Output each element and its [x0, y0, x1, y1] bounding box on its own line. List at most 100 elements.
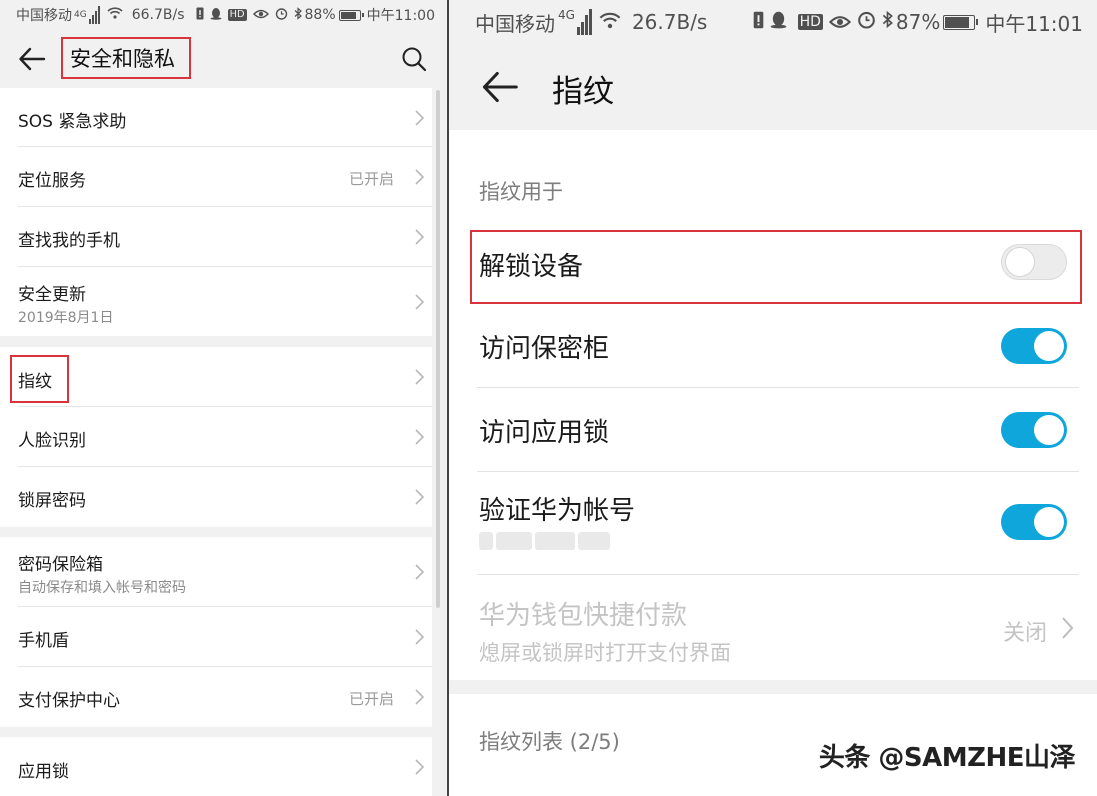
access-app-lock-row[interactable]: 访问应用锁 — [449, 388, 1097, 472]
item-label: 访问保密柜 — [479, 334, 610, 364]
section-header: 指纹列表 (2/5) — [479, 730, 620, 754]
phone-shield-item[interactable]: 手机盾 — [0, 607, 432, 667]
item-label: 密码保险箱 — [18, 555, 103, 575]
item-value: 关闭 — [1002, 621, 1047, 646]
qq-icon — [770, 10, 787, 34]
battery-percent: 87% — [895, 10, 941, 34]
item-label: 人脸识别 — [18, 431, 86, 451]
item-label: 锁屏密码 — [18, 491, 86, 511]
chevron-right-icon — [415, 689, 425, 705]
network-speed: 66.7B/s — [131, 7, 185, 23]
alert-icon — [196, 7, 204, 24]
fingerprint-usage-group: 指纹用于 解锁设备 访问保密柜 访问应用锁 验证华为帐号 华为钱包快捷付款 熄屏… — [449, 130, 1097, 680]
password-vault-item[interactable]: 密码保险箱 自动保存和填入帐号和密码 — [0, 537, 432, 607]
fingerprint-item[interactable]: 指纹 — [0, 347, 432, 407]
wifi-icon — [599, 10, 621, 34]
eye-icon — [252, 7, 269, 23]
item-subtitle: 2019年8月1日 — [18, 310, 114, 326]
network-type: 4G — [74, 10, 87, 20]
item-value: 已开启 — [348, 170, 394, 188]
eye-icon — [828, 10, 851, 34]
section-gap — [449, 680, 1097, 694]
verify-huawei-account-row[interactable]: 验证华为帐号 — [449, 472, 1097, 575]
chevron-right-icon — [415, 229, 425, 245]
battery-percent: 88% — [304, 7, 336, 23]
app-bar: 安全和隐私 — [0, 30, 447, 88]
blurred-account-id — [479, 532, 615, 550]
bluetooth-icon — [294, 6, 302, 24]
item-label: 手机盾 — [18, 631, 69, 651]
section-header: 指纹用于 — [479, 180, 563, 204]
wifi-icon — [107, 7, 123, 23]
chevron-right-icon — [415, 489, 425, 505]
hd-icon: HD — [227, 9, 247, 21]
lock-screen-password-item[interactable]: 锁屏密码 — [0, 467, 432, 527]
item-label: 查找我的手机 — [18, 231, 120, 251]
unlock-device-row[interactable]: 解锁设备 — [449, 230, 1097, 304]
bluetooth-icon — [882, 10, 893, 34]
security-privacy-screen: 中国移动 4G 66.7B/s HD 88% 中午11:00 安全和隐私 SOS… — [0, 0, 447, 796]
chevron-right-icon — [415, 629, 425, 645]
settings-group: 指纹 人脸识别 锁屏密码 — [0, 347, 432, 527]
battery-icon — [338, 9, 364, 21]
search-icon[interactable] — [401, 46, 427, 72]
hd-icon: HD — [797, 13, 823, 31]
scrollbar[interactable] — [436, 90, 440, 608]
chevron-right-icon — [415, 759, 425, 775]
item-label: 支付保护中心 — [18, 691, 120, 711]
settings-group: 应用锁 — [0, 737, 432, 796]
chevron-right-icon — [415, 110, 425, 126]
chevron-right-icon — [415, 169, 425, 185]
signal-icon — [576, 8, 592, 36]
item-label: 验证华为帐号 — [479, 496, 636, 526]
app-lock-item[interactable]: 应用锁 — [0, 737, 432, 796]
carrier-label: 中国移动 — [475, 11, 555, 36]
qq-icon — [210, 7, 222, 24]
fingerprint-highlight-box — [10, 355, 69, 403]
alarm-icon — [275, 7, 288, 24]
carrier-label: 中国移动 — [16, 8, 72, 24]
item-label: SOS 紧急求助 — [18, 112, 127, 132]
clock: 中午11:01 — [985, 11, 1083, 36]
settings-group: SOS 紧急求助 定位服务 已开启 查找我的手机 安全更新 2019年8月1日 — [0, 88, 432, 336]
back-arrow-icon[interactable] — [481, 68, 519, 106]
wallet-quick-pay-row[interactable]: 华为钱包快捷付款 熄屏或锁屏时打开支付界面 关闭 — [449, 575, 1097, 680]
app-bar: 指纹 — [449, 44, 1097, 130]
network-speed: 26.7B/s — [631, 10, 708, 34]
face-recognition-item[interactable]: 人脸识别 — [0, 407, 432, 467]
clock: 中午11:00 — [366, 8, 435, 24]
network-type: 4G — [558, 8, 575, 22]
chevron-right-icon — [415, 369, 425, 385]
verify-huawei-account-toggle[interactable] — [1001, 504, 1067, 540]
title-highlight-box — [61, 37, 191, 79]
chevron-right-icon — [415, 294, 425, 310]
chevron-right-icon — [415, 429, 425, 445]
access-app-lock-toggle[interactable] — [1001, 412, 1067, 448]
item-label: 访问应用锁 — [479, 418, 610, 448]
item-label: 应用锁 — [18, 762, 69, 782]
security-update-item[interactable]: 安全更新 2019年8月1日 — [0, 267, 432, 336]
chevron-right-icon — [1062, 617, 1074, 639]
find-my-phone-item[interactable]: 查找我的手机 — [0, 207, 432, 267]
payment-protection-item[interactable]: 支付保护中心 已开启 — [0, 667, 432, 727]
battery-icon — [943, 14, 979, 30]
location-service-item[interactable]: 定位服务 已开启 — [0, 147, 432, 207]
item-value: 已开启 — [348, 690, 394, 708]
status-bar: 中国移动 4G 66.7B/s HD 88% 中午11:00 — [0, 0, 447, 30]
access-safe-toggle[interactable] — [1001, 328, 1067, 364]
chevron-right-icon — [415, 564, 425, 580]
access-safe-row[interactable]: 访问保密柜 — [449, 304, 1097, 388]
item-label: 安全更新 — [18, 285, 86, 305]
unlock-device-highlight-box — [470, 230, 1082, 304]
signal-icon — [88, 6, 100, 24]
item-subtitle: 熄屏或锁屏时打开支付界面 — [479, 641, 731, 665]
sos-emergency-item[interactable]: SOS 紧急求助 — [0, 88, 432, 147]
item-subtitle: 自动保存和填入帐号和密码 — [18, 580, 186, 596]
item-label: 定位服务 — [18, 171, 86, 191]
fingerprint-screen: 中国移动 4G 26.7B/s HD 87% 中午11:01 指纹 指纹用于 解… — [449, 0, 1097, 796]
page-title: 指纹 — [552, 74, 614, 110]
alert-icon — [753, 10, 764, 34]
status-bar: 中国移动 4G 26.7B/s HD 87% 中午11:01 — [449, 0, 1097, 44]
watermark: 头条 @SAMZHE山泽 — [818, 743, 1076, 773]
back-arrow-icon[interactable] — [18, 45, 46, 73]
